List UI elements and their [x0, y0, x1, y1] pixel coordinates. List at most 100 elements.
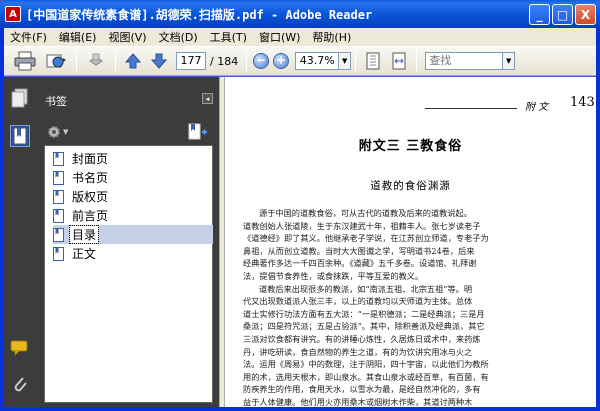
text-line: 丹，讲吃研读，食自然物的养生之道，有的为饮讲究用冰与火之	[243, 346, 473, 357]
page-total: / 184	[210, 54, 239, 68]
text-line: 桑派；四是符咒派；五是占验派”。其中，除积善派及经典派，其它	[243, 321, 485, 332]
text-line: 益于人体健康。他们用火亦用桑木或烟树木作柴，其道讨两种木	[243, 396, 473, 407]
pages-panel-button[interactable]	[10, 87, 30, 109]
text-line: 源于中国的道教食俗，可从古代的道教及后来的道教说起。	[259, 208, 472, 218]
bookmark-item-selected[interactable]: 目录	[53, 225, 213, 244]
text-line: 《道德经》即了其义。他继承老子学说，在江苏创立师道，专老子为	[243, 233, 489, 244]
bookmark-page-icon	[53, 151, 64, 166]
hand-tool-button[interactable]	[83, 49, 109, 73]
bookmark-item[interactable]: 封面页	[53, 149, 110, 168]
text-line: 三派对饮食都有讲究。有的讲睡心炼性，久居炼日或术中，来药炼	[243, 333, 481, 344]
zoom-in-button[interactable]: +	[273, 53, 290, 69]
maximize-button[interactable]: □	[552, 4, 573, 25]
attachments-panel-button[interactable]	[10, 373, 30, 395]
text-line: 法。运用《周易》中的数理，注于阴阳，四十宇宙，以此他们为教所	[243, 359, 489, 370]
bookmark-label: 正文	[72, 247, 97, 261]
zoom-out-button[interactable]: −	[253, 53, 270, 69]
fit-width-icon	[392, 52, 406, 70]
arrow-up-icon	[124, 53, 142, 69]
zoom-level-input[interactable]: 43.7%	[295, 52, 340, 70]
new-bookmark-icon	[188, 123, 207, 140]
fit-width-button[interactable]	[388, 49, 410, 73]
window-controls: _ □ X	[529, 4, 596, 25]
find-dropdown-button[interactable]: ▼	[503, 52, 516, 70]
bookmark-label: 前言页	[72, 209, 109, 223]
toolbar-separator	[76, 50, 77, 72]
comments-panel-button[interactable]	[10, 337, 30, 359]
toolbar: 177 / 184 − + 43.7% ▼ 查找 ▼	[4, 46, 596, 76]
text-line: 用的术，选用天根木，即山泉水。其食山泉水或经百草，有百菌，有	[243, 371, 489, 382]
window-border-bottom	[0, 407, 600, 411]
bookmark-page-icon	[53, 246, 64, 261]
bookmark-item[interactable]: 版权页	[53, 187, 110, 206]
window-border-right	[596, 28, 600, 411]
menu-edit[interactable]: 编辑(E)	[53, 29, 103, 45]
toolbar-separator	[355, 50, 357, 72]
header-rule	[425, 108, 517, 109]
print-button[interactable]	[12, 49, 38, 73]
bookmark-page-icon	[53, 227, 64, 242]
bookmark-icon	[13, 127, 27, 145]
fit-page-button[interactable]	[362, 49, 384, 73]
find-input[interactable]: 查找	[425, 52, 504, 70]
fit-page-icon	[366, 52, 380, 70]
text-line: 法，提倡节食养性，或食抹跌，平等互爱的教义。	[243, 270, 424, 281]
chevron-down-icon: ▼	[63, 128, 69, 136]
hand-icon	[89, 53, 103, 66]
next-page-button[interactable]	[148, 49, 170, 73]
bookmark-item[interactable]: 前言页	[53, 206, 110, 225]
menu-window[interactable]: 窗口(W)	[253, 29, 306, 45]
new-bookmark-button[interactable]	[188, 123, 208, 144]
menu-file[interactable]: 文件(F)	[4, 29, 53, 45]
chevron-left-icon: ◂	[205, 94, 210, 103]
menu-view[interactable]: 视图(V)	[102, 29, 152, 45]
bookmarks-tree: 封面页 书名页 版权页 前言页 目录 正文	[44, 145, 213, 403]
collapse-panel-button[interactable]: ◂	[202, 93, 213, 104]
zoom-dropdown-button[interactable]: ▼	[339, 52, 352, 70]
page-number: 143	[570, 95, 595, 110]
bookmarks-tools: ▼	[36, 121, 219, 145]
bookmarks-title: 书签	[45, 95, 67, 108]
minimize-button[interactable]: _	[529, 4, 550, 25]
window-title: [中国道家传统素食谱].胡德荣.扫描版.pdf - Adobe Reader	[26, 7, 373, 22]
options-button[interactable]: ▼	[46, 124, 68, 140]
page-number-input[interactable]: 177	[176, 52, 206, 70]
text-line: 鼻祖，从而创立道教。当时大大图谶之学，写明道书24卷，后来	[243, 245, 475, 256]
chevron-down-icon: ▼	[506, 57, 512, 65]
bookmark-item[interactable]: 正文	[53, 244, 98, 263]
bookmarks-panel: 书签 ◂ ▼ 封面页 书名页 版权页 前言页 目录 正文	[36, 77, 219, 407]
email-button[interactable]	[42, 49, 70, 73]
bookmarks-header: 书签 ◂	[36, 77, 219, 121]
toolbar-separator	[416, 50, 418, 72]
chevron-down-icon: ▼	[342, 57, 348, 65]
gear-icon	[48, 126, 60, 138]
document-view[interactable]: 附 文 143 附文三 三教食俗 道教的食俗渊源 源于中国的道教食俗，可从古代的…	[225, 77, 596, 407]
text-line: 道士实修行功法方面有五大派：“一是积德派；二是经典派；三是月	[243, 308, 485, 319]
close-button[interactable]: X	[575, 4, 596, 25]
header-text: 附 文	[525, 102, 549, 113]
running-header: 附 文 143	[425, 95, 595, 113]
title-bar[interactable]: A [中国道家传统素食谱].胡德荣.扫描版.pdf - Adobe Reader…	[0, 0, 600, 28]
bookmark-item[interactable]: 书名页	[53, 168, 110, 187]
bookmark-label: 版权页	[72, 190, 109, 204]
bookmarks-panel-button[interactable]	[10, 125, 30, 147]
menu-tools[interactable]: 工具(T)	[204, 29, 253, 45]
text-line: 道教创始人张道陵，生于东汉建武十年，祖籍丰人。张七岁读老子	[243, 220, 481, 231]
menu-help[interactable]: 帮助(H)	[306, 29, 357, 45]
bookmark-page-icon	[53, 189, 64, 204]
printer-icon	[14, 51, 36, 71]
previous-page-button[interactable]	[122, 49, 144, 73]
navigation-pane-strip	[4, 77, 36, 407]
text-line: 代又出现数道派人张三丰，以上的道教均以天师道为主体。总体	[243, 296, 473, 307]
comment-icon	[10, 340, 28, 357]
pages-icon	[11, 88, 28, 108]
toolbar-separator	[115, 50, 116, 72]
section-subtitle: 道教的食俗渊源	[370, 180, 451, 192]
bookmark-page-icon	[53, 170, 64, 185]
menu-document[interactable]: 文档(D)	[153, 29, 204, 45]
text-line: 经典著作多达一千四百余种。《道藏》五千多卷。设道馆、礼拜谢	[243, 258, 477, 269]
adobe-reader-icon: A	[5, 6, 21, 22]
text-line: 道教后来出现很多的教派，如“南派五祖、北宗五祖”等。明	[259, 283, 473, 294]
bookmark-label: 封面页	[72, 152, 109, 166]
bookmark-page-icon	[53, 208, 64, 223]
